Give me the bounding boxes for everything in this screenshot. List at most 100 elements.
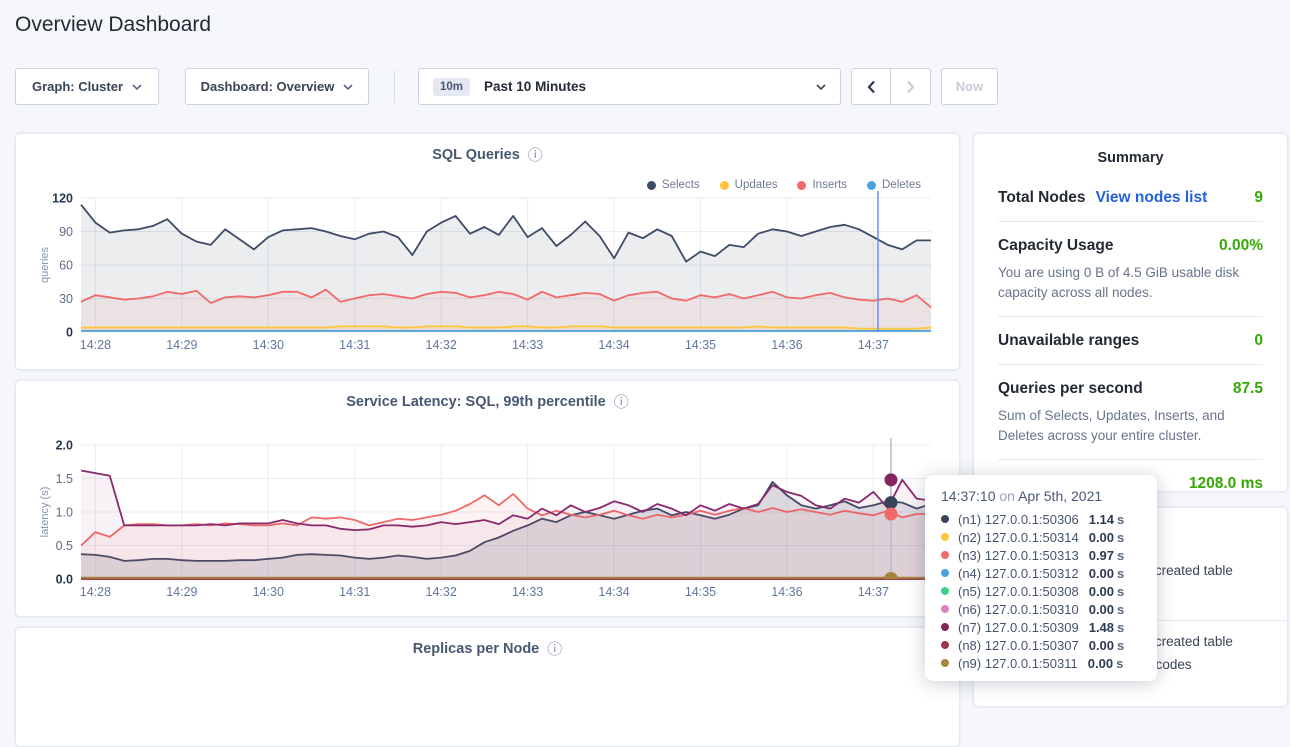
- summary-item: Total NodesView nodes list9: [998, 174, 1263, 221]
- tooltip-node-row: (n1) 127.0.0.1:50306 1.14s: [941, 510, 1141, 528]
- svg-text:14:28: 14:28: [80, 338, 111, 352]
- series-dot-icon: [941, 569, 949, 577]
- summary-item-label: Capacity Usage: [998, 237, 1113, 255]
- tooltip-node-address: (n6) 127.0.0.1:50310: [958, 602, 1079, 617]
- dashboard-dropdown[interactable]: Dashboard: Overview: [185, 68, 369, 105]
- toolbar-divider: [394, 70, 395, 103]
- tooltip-node-row: (n3) 127.0.0.1:503130.97s: [941, 546, 1141, 564]
- tooltip-node-row: (n5) 127.0.0.1:503080.00s: [941, 582, 1141, 600]
- service-latency-title: Service Latency: SQL, 99th percentile: [346, 394, 606, 410]
- tooltip-node-row: (n9) 127.0.0.1:503110.00s: [941, 654, 1141, 672]
- legend-item-updates[interactable]: Updates: [720, 179, 778, 191]
- svg-text:14:37: 14:37: [858, 585, 889, 599]
- tooltip-node-address: (n4) 127.0.0.1:50312: [958, 566, 1079, 581]
- sql-queries-legend: Selects Updates Inserts Deletes: [647, 179, 921, 191]
- tooltip-node-value: 0.00: [1089, 602, 1114, 617]
- tooltip-value-unit: s: [1117, 530, 1124, 545]
- tooltip-node-row: (n2) 127.0.0.1:503140.00s: [941, 528, 1141, 546]
- svg-text:1.0: 1.0: [56, 506, 73, 520]
- svg-text:0.0: 0.0: [56, 573, 73, 587]
- tooltip-value-unit: s: [1117, 512, 1124, 527]
- svg-text:14:34: 14:34: [598, 585, 629, 599]
- chart-tooltip: 14:37:10 on Apr 5th, 2021 (n1) 127.0.0.1…: [925, 475, 1157, 681]
- tooltip-node-value: 0.00: [1089, 584, 1114, 599]
- legend-item-inserts[interactable]: Inserts: [797, 179, 847, 191]
- replicas-per-node-panel: Replicas per Node ⓘ: [15, 627, 960, 747]
- svg-text:14:31: 14:31: [339, 585, 370, 599]
- legend-label: Selects: [662, 179, 700, 191]
- svg-text:14:36: 14:36: [771, 585, 802, 599]
- summary-title: Summary: [998, 150, 1263, 166]
- sql-queries-title: SQL Queries: [432, 147, 520, 163]
- series-dot-icon: [941, 515, 949, 523]
- svg-text:120: 120: [52, 192, 73, 206]
- svg-text:14:33: 14:33: [512, 338, 543, 352]
- svg-text:14:31: 14:31: [339, 338, 370, 352]
- sql-queries-chart[interactable]: 14:2814:2914:3014:3114:3214:3314:3414:35…: [16, 191, 961, 357]
- svg-text:14:35: 14:35: [685, 585, 716, 599]
- tooltip-node-value: 0.00: [1089, 638, 1114, 653]
- legend-label: Deletes: [882, 179, 921, 191]
- legend-dot-icon: [647, 181, 656, 190]
- svg-text:60: 60: [59, 259, 73, 273]
- chevron-down-icon: [132, 84, 142, 90]
- info-icon[interactable]: ⓘ: [547, 642, 562, 657]
- summary-item: Queries per second87.5Sum of Selects, Up…: [998, 364, 1263, 459]
- tooltip-node-row: (n7) 127.0.0.1:503091.48s: [941, 618, 1141, 636]
- legend-item-selects[interactable]: Selects: [647, 179, 700, 191]
- view-nodes-list-link[interactable]: View nodes list: [1096, 189, 1208, 207]
- now-button[interactable]: Now: [941, 68, 998, 105]
- tooltip-node-address: (n7) 127.0.0.1:50309: [958, 620, 1079, 635]
- tooltip-node-row: (n4) 127.0.0.1:50312 0.00s: [941, 564, 1141, 582]
- svg-text:14:36: 14:36: [771, 338, 802, 352]
- replicas-per-node-title: Replicas per Node: [413, 641, 540, 657]
- summary-item-value: 0: [1254, 332, 1263, 350]
- chevron-left-icon: [867, 80, 876, 94]
- info-icon[interactable]: ⓘ: [528, 148, 543, 163]
- tooltip-timestamp: 14:37:10 on Apr 5th, 2021: [941, 488, 1141, 504]
- legend-item-deletes[interactable]: Deletes: [867, 179, 921, 191]
- tooltip-node-value: 1.14: [1089, 512, 1114, 527]
- svg-text:2.0: 2.0: [56, 439, 73, 453]
- series-dot-icon: [941, 605, 949, 613]
- summary-item-description: You are using 0 B of 4.5 GiB usable disk…: [998, 263, 1263, 302]
- svg-text:0: 0: [66, 326, 73, 340]
- series-dot-icon: [941, 623, 949, 631]
- series-dot-icon: [941, 587, 949, 595]
- tooltip-node-address: (n3) 127.0.0.1:50313: [958, 548, 1079, 563]
- summary-item-label: Queries per second: [998, 380, 1143, 398]
- time-range-label: Past 10 Minutes: [484, 79, 586, 94]
- tooltip-node-address: (n1) 127.0.0.1:50306: [958, 512, 1079, 527]
- chevron-down-icon: [816, 84, 826, 90]
- svg-text:14:30: 14:30: [253, 585, 284, 599]
- svg-text:latency (s): latency (s): [39, 487, 51, 538]
- legend-dot-icon: [867, 181, 876, 190]
- service-latency-chart[interactable]: 14:2814:2914:3014:3114:3214:3314:3414:35…: [16, 438, 961, 604]
- tooltip-node-value: 0.00: [1089, 530, 1114, 545]
- tooltip-value-unit: s: [1117, 620, 1124, 635]
- legend-dot-icon: [720, 181, 729, 190]
- time-prev-button[interactable]: [851, 68, 891, 105]
- summary-item-value: 1208.0 ms: [1189, 475, 1263, 493]
- summary-panel: Summary Total NodesView nodes list9Capac…: [973, 133, 1288, 492]
- svg-text:14:28: 14:28: [80, 585, 111, 599]
- svg-text:1.5: 1.5: [56, 472, 73, 486]
- summary-item-value: 9: [1254, 189, 1263, 207]
- sql-queries-panel: SQL Queries ⓘ Selects Updates Inserts Delet…: [15, 133, 960, 370]
- chevron-down-icon: [343, 84, 353, 90]
- tooltip-value-unit: s: [1117, 566, 1124, 581]
- time-next-button[interactable]: [891, 68, 931, 105]
- graph-dropdown[interactable]: Graph: Cluster: [15, 68, 159, 105]
- series-dot-icon: [941, 659, 949, 667]
- dashboard-dropdown-label: Dashboard: Overview: [201, 79, 335, 94]
- tooltip-node-value: 0.00: [1089, 566, 1114, 581]
- svg-text:90: 90: [59, 225, 73, 239]
- info-icon[interactable]: ⓘ: [614, 395, 629, 410]
- series-dot-icon: [941, 551, 949, 559]
- time-range-picker[interactable]: 10m Past 10 Minutes: [418, 68, 841, 105]
- legend-label: Updates: [735, 179, 778, 191]
- tooltip-node-row: (n8) 127.0.0.1:503070.00s: [941, 636, 1141, 654]
- svg-text:14:37: 14:37: [858, 338, 889, 352]
- series-dot-icon: [941, 641, 949, 649]
- tooltip-value-unit: s: [1117, 638, 1124, 653]
